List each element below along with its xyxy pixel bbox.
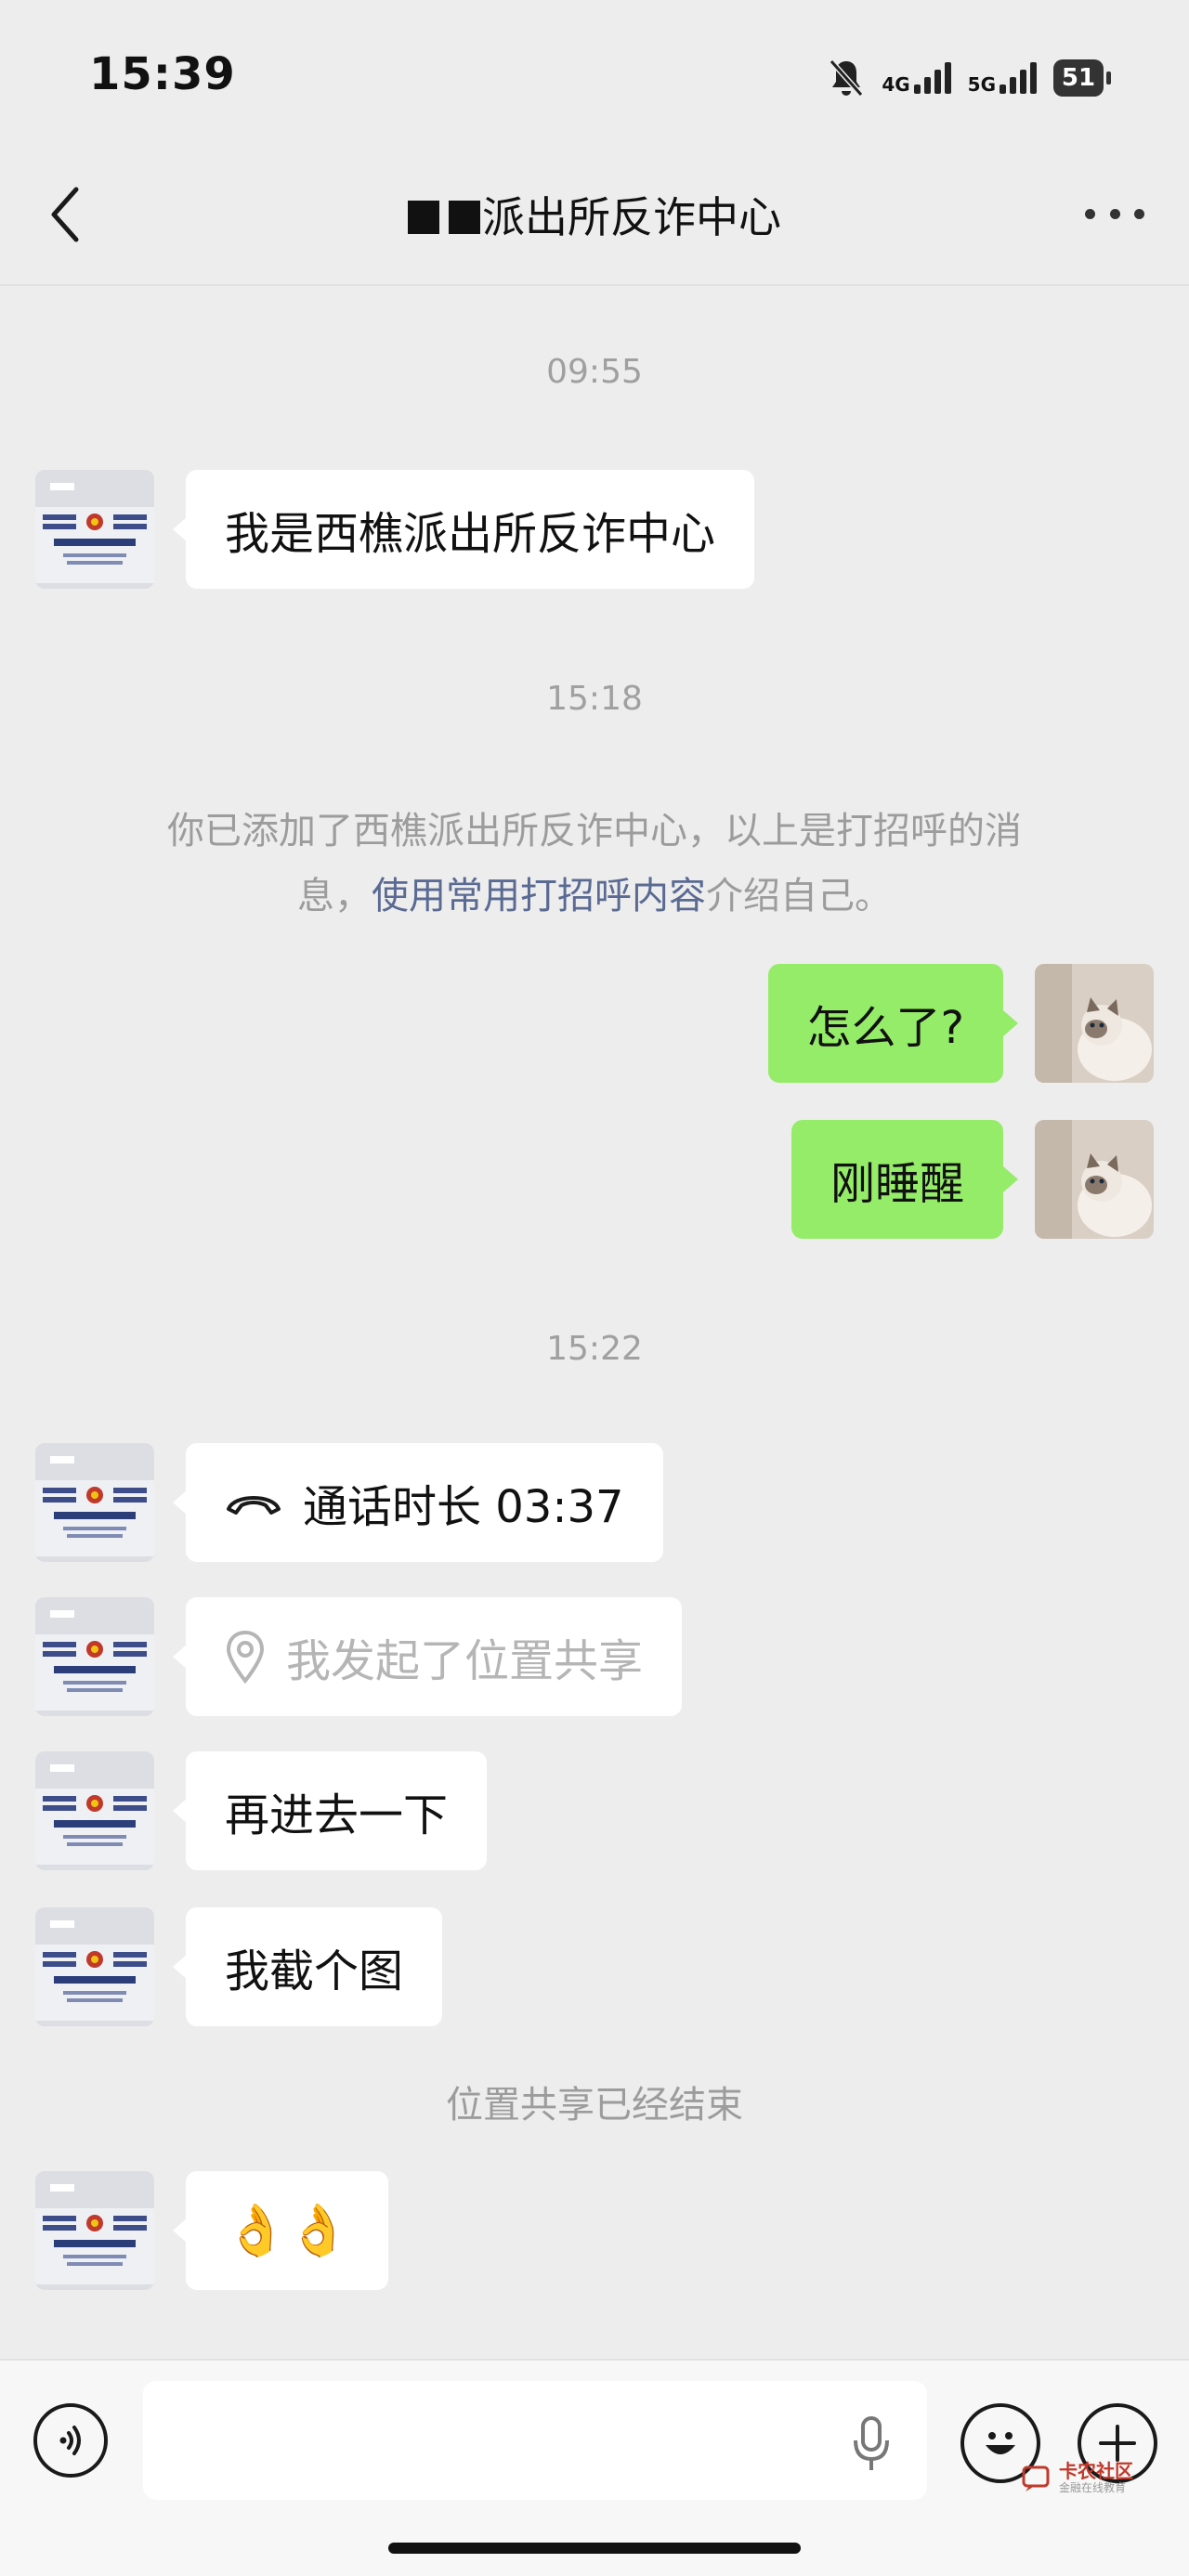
nav-divider	[0, 284, 1189, 286]
police-poster-avatar-icon	[35, 470, 154, 589]
message-text: 我是西樵派出所反诈中心	[225, 508, 716, 560]
home-indicator[interactable]	[388, 2543, 801, 2554]
message-bubble-outgoing[interactable]: 刚睡醒	[790, 1120, 1019, 1239]
system-notice-location-ended: 位置共享已经结束	[446, 2084, 743, 2127]
message-bubble-outgoing[interactable]: 怎么了?	[767, 964, 1019, 1083]
timestamp: 09:55	[546, 353, 643, 391]
location-share-text: 我发起了位置共享	[286, 1635, 644, 1687]
message-bubble-incoming[interactable]: 我是西樵派出所反诈中心	[172, 470, 755, 589]
system-notice-added: 你已添加了西樵派出所反诈中心，以上是打招呼的消 息，使用常用打招呼内容介绍自己。	[93, 799, 1096, 929]
avatar-self[interactable]	[1035, 964, 1154, 1083]
message-bubble-incoming[interactable]: 再进去一下	[172, 1751, 488, 1870]
avatar-contact[interactable]	[35, 1751, 154, 1870]
net-5g-label: 5G	[967, 73, 996, 96]
message-text: 怎么了?	[806, 1002, 964, 1054]
call-duration-text: 通话时长 03:37	[303, 1481, 624, 1533]
voice-toggle-button[interactable]	[33, 2403, 108, 2478]
ellipsis-icon[interactable]	[1085, 195, 1144, 232]
police-poster-avatar-icon	[35, 1443, 154, 1562]
avatar-contact[interactable]	[35, 470, 154, 589]
cat-avatar-icon	[1035, 964, 1154, 1083]
call-record-bubble[interactable]: 通话时长 03:37	[173, 1443, 663, 1562]
redaction-mark	[449, 201, 480, 234]
police-poster-avatar-icon	[35, 1751, 154, 1870]
timestamp: 15:22	[546, 1330, 643, 1368]
bell-muted-icon	[830, 59, 864, 97]
signal-bars-icon	[1000, 62, 1037, 94]
plus-icon	[1099, 2425, 1136, 2462]
status-icons: 4G 5G 51	[828, 48, 1111, 108]
timestamp: 15:18	[546, 680, 643, 718]
location-pin-icon	[226, 1630, 265, 1685]
police-poster-avatar-icon	[35, 1597, 154, 1716]
emoji-message-text: 👌👌	[225, 2201, 350, 2259]
avatar-self[interactable]	[1035, 1120, 1154, 1239]
police-poster-avatar-icon	[35, 1907, 154, 2026]
watermark: 卡农社区 金融在线教育	[1022, 2461, 1133, 2494]
message-text: 刚睡醒	[830, 1158, 964, 1210]
avatar-contact[interactable]	[35, 1907, 154, 2026]
voice-wave-icon	[59, 2426, 81, 2455]
system-notice-text: 息，	[297, 875, 372, 917]
signal-4g: 4G	[882, 62, 951, 96]
emoji-message-bubble[interactable]: 👌👌	[172, 2171, 389, 2290]
location-share-bubble[interactable]: 我发起了位置共享	[172, 1597, 683, 1716]
smiley-icon	[986, 2432, 1015, 2454]
watermark-main: 卡农社区	[1059, 2460, 1133, 2482]
system-notice-text: 你已添加了西樵派出所反诈中心，以上是打招呼的消	[167, 810, 1022, 852]
greeting-template-link[interactable]: 使用常用打招呼内容	[372, 875, 706, 917]
phone-hangup-icon	[227, 1496, 281, 1515]
chat-title-text: 派出所反诈中心	[482, 192, 781, 242]
redaction-mark	[408, 201, 439, 234]
message-text: 再进去一下	[225, 1789, 449, 1841]
message-input[interactable]	[143, 2381, 927, 2500]
net-4g-label: 4G	[882, 73, 910, 96]
status-time: 15:39	[89, 48, 236, 100]
police-poster-avatar-icon	[35, 2171, 154, 2290]
signal-bars-icon	[913, 62, 951, 94]
message-text: 我截个图	[225, 1945, 404, 1997]
battery-indicator: 51	[1053, 59, 1111, 97]
microphone-icon[interactable]	[851, 2414, 892, 2474]
signal-5g: 5G	[968, 62, 1037, 94]
watermark-logo-icon	[1022, 2465, 1050, 2491]
avatar-contact[interactable]	[35, 2171, 154, 2290]
cat-avatar-icon	[1035, 1120, 1154, 1239]
chat-title: 派出所反诈中心	[0, 184, 1189, 245]
avatar-contact[interactable]	[35, 1597, 154, 1716]
avatar-contact[interactable]	[35, 1443, 154, 1562]
watermark-sub: 金融在线教育	[1059, 2481, 1127, 2494]
system-notice-text: 介绍自己。	[706, 875, 892, 917]
message-bubble-incoming[interactable]: 我截个图	[172, 1907, 443, 2026]
